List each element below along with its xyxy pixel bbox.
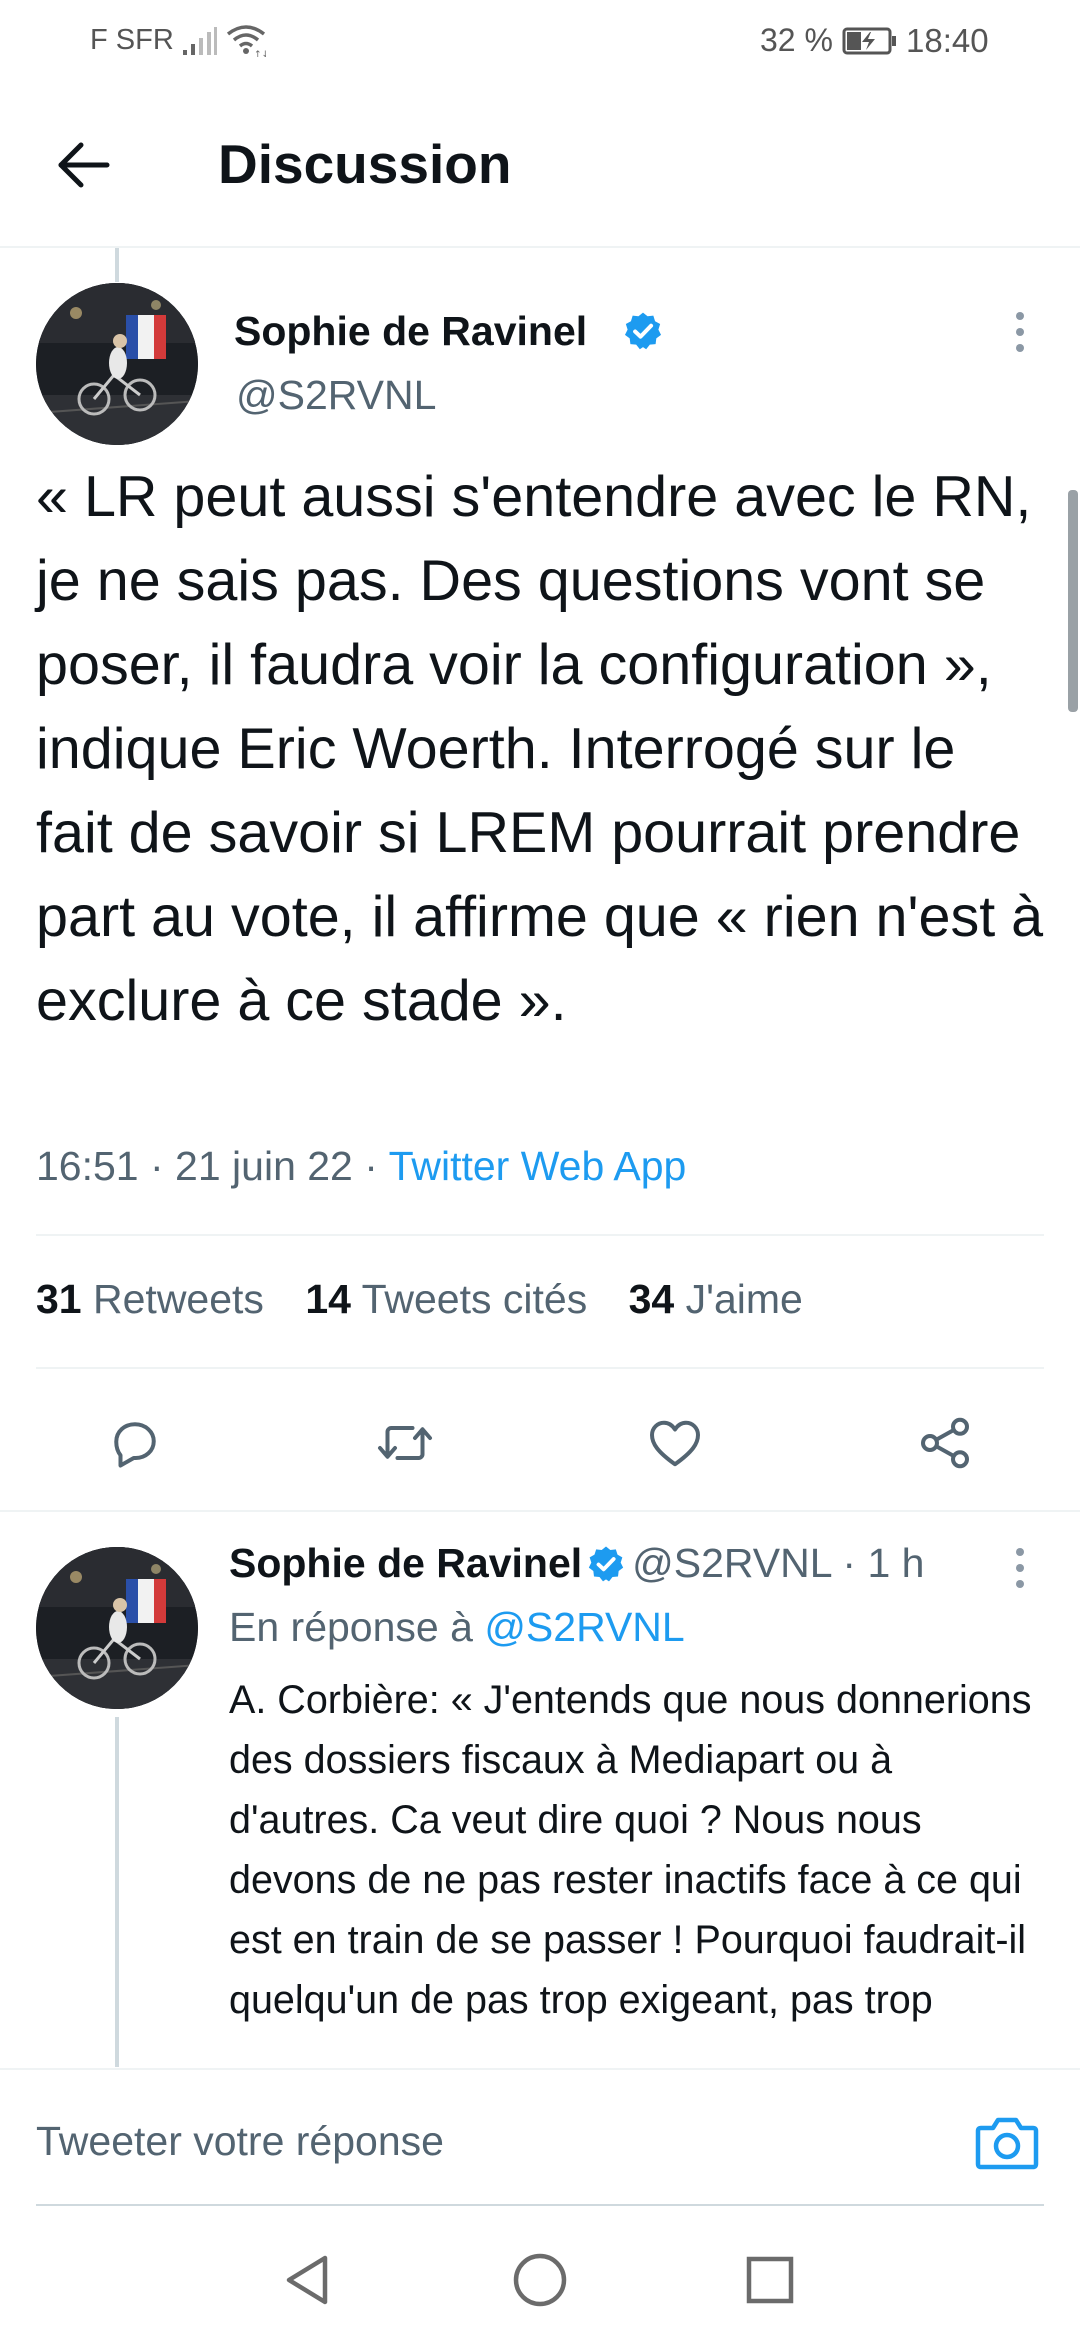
page-title: Discussion: [218, 133, 512, 195]
thread-connector: [115, 248, 119, 282]
reply-composer: Tweeter votre réponse: [0, 2068, 1080, 2218]
svg-text:↑↓: ↑↓: [254, 50, 266, 58]
likes-label: J'aime: [685, 1276, 803, 1322]
verified-badge-icon: [588, 1546, 624, 1582]
battery-charging-icon: [842, 27, 896, 55]
share-icon: [921, 1417, 969, 1469]
reply-author-name[interactable]: Sophie de Ravinel: [229, 1540, 582, 1586]
camera-button[interactable]: [972, 2110, 1042, 2176]
author-handle[interactable]: @S2RVNL: [236, 372, 436, 419]
likes-count: 34: [628, 1276, 675, 1322]
divider: [0, 1510, 1080, 1512]
avatar[interactable]: [36, 283, 198, 445]
status-bar: F SFR ↑↓ 32 % 18:40: [0, 0, 1080, 82]
more-vertical-icon: [1016, 312, 1024, 352]
reply-author-handle[interactable]: @S2RVNL: [632, 1540, 831, 1586]
tweet-text: « LR peut aussi s'entendre avec le RN, j…: [36, 465, 1044, 1033]
reply-button[interactable]: [100, 1408, 170, 1478]
tweet-date: 21 juin 22: [175, 1143, 353, 1189]
retweets-stat[interactable]: 31 Retweets: [36, 1276, 264, 1322]
divider: [36, 1367, 1044, 1369]
retweet-button[interactable]: [370, 1408, 440, 1478]
heart-icon: [650, 1420, 700, 1467]
reply-context: En réponse à @S2RVNL: [229, 1604, 685, 1651]
tweet-stats: 31 Retweets 14 Tweets cités 34 J'aime: [36, 1276, 833, 1323]
scrollbar[interactable]: [1068, 490, 1078, 712]
nav-home-icon: [513, 2253, 567, 2307]
author-name[interactable]: Sophie de Ravinel: [234, 308, 587, 355]
system-nav-bar: [0, 2218, 1080, 2340]
arrow-left-icon: [58, 142, 110, 188]
divider: [36, 1234, 1044, 1236]
tweet-source-link[interactable]: Twitter Web App: [389, 1143, 687, 1189]
more-options-button[interactable]: [1000, 302, 1040, 362]
screen: F SFR ↑↓ 32 % 18:40 Discussion Sophie de…: [0, 0, 1080, 2340]
quotes-stat[interactable]: 14 Tweets cités: [305, 1276, 587, 1322]
verified-badge-icon: [624, 312, 662, 350]
quotes-label: Tweets cités: [361, 1276, 588, 1322]
nav-back-button[interactable]: [272, 2248, 342, 2312]
reply-icon: [114, 1422, 156, 1468]
clock: 18:40: [906, 22, 989, 59]
retweet-icon: [378, 1426, 432, 1460]
tweet-timestamp: 16:51 · 21 juin 22 · Twitter Web App: [36, 1143, 687, 1189]
input-underline: [36, 2204, 1044, 2206]
avatar-photo: [36, 1547, 198, 1709]
nav-back-icon: [286, 2255, 328, 2305]
nav-recents-icon: [746, 2256, 794, 2304]
avatar-photo: [36, 283, 198, 445]
back-button[interactable]: [48, 130, 118, 200]
more-vertical-icon: [1016, 1548, 1024, 1588]
thread-connector: [115, 1717, 119, 2067]
share-button[interactable]: [910, 1408, 980, 1478]
more-options-button[interactable]: [1000, 1538, 1040, 1598]
nav-recents-button[interactable]: [735, 2248, 805, 2312]
likes-stat[interactable]: 34 J'aime: [629, 1276, 803, 1322]
reply-to-label: En réponse à: [229, 1604, 473, 1650]
reply-input[interactable]: Tweeter votre réponse: [36, 2118, 444, 2165]
reply-to-handle-link[interactable]: @S2RVNL: [484, 1604, 684, 1650]
signal-icon: [183, 27, 217, 55]
carrier-label: F SFR: [90, 24, 174, 56]
camera-icon: [975, 2117, 1039, 2170]
app-header: Discussion: [0, 82, 1080, 248]
retweets-label: Retweets: [93, 1276, 264, 1322]
battery-percent: 32 %: [760, 22, 833, 58]
avatar[interactable]: [36, 1547, 198, 1709]
like-button[interactable]: [640, 1408, 710, 1478]
reply-text[interactable]: A. Corbière: « J'entends que nous donner…: [229, 1670, 1049, 2070]
wifi-icon: ↑↓: [226, 25, 266, 58]
reply-age: 1 h: [867, 1540, 925, 1586]
quotes-count: 14: [305, 1276, 351, 1322]
tweet-time: 16:51: [36, 1143, 139, 1189]
retweets-count: 31: [36, 1276, 82, 1322]
reply-header: Sophie de Ravinel @S2RVNL · 1 h: [229, 1540, 925, 1586]
nav-home-button[interactable]: [505, 2248, 575, 2312]
